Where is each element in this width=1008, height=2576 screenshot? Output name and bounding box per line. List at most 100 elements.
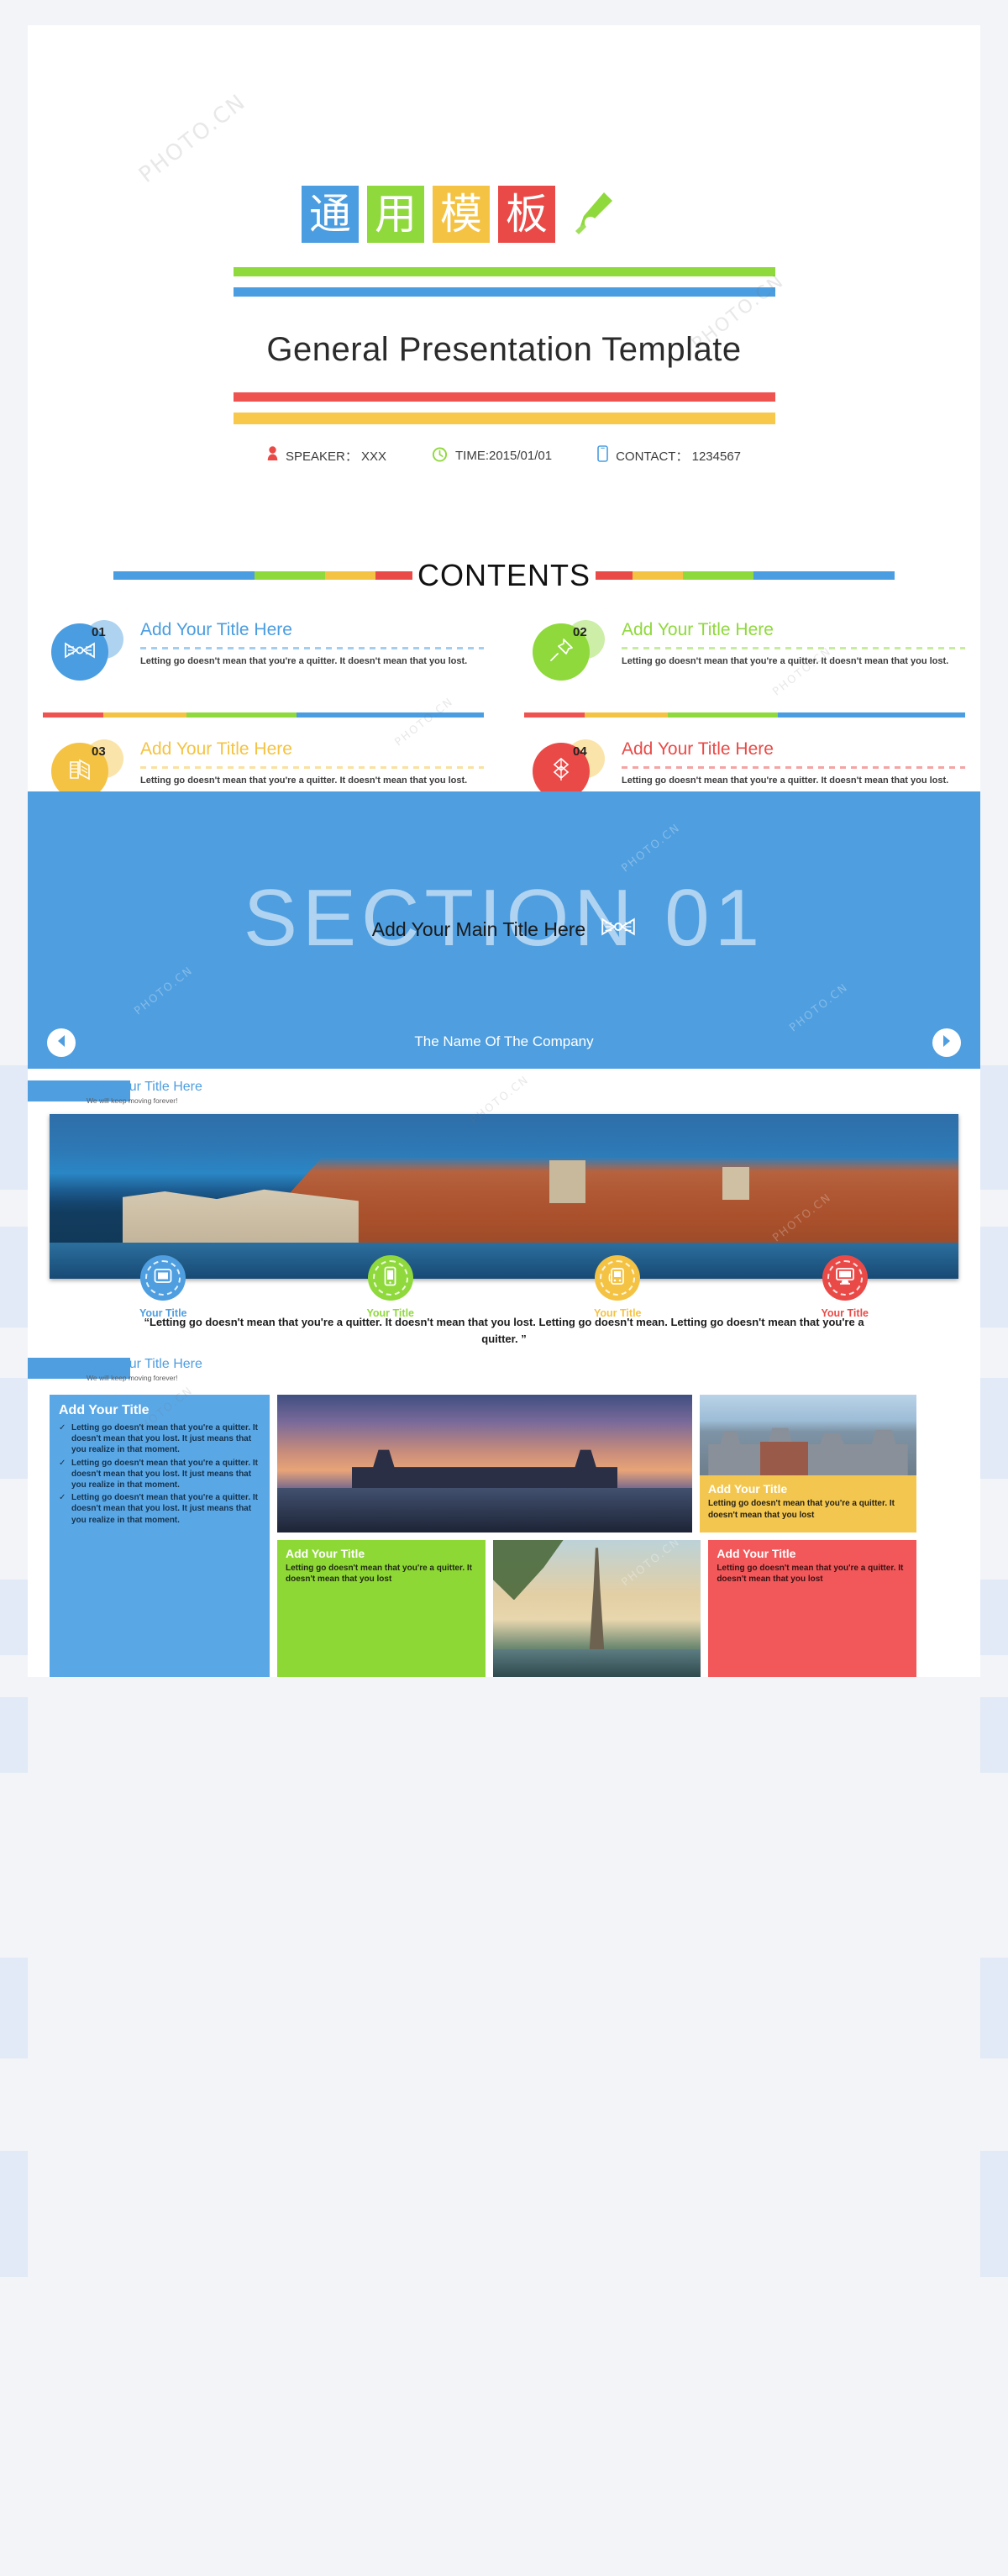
photo-tower: [549, 1159, 586, 1203]
section-header-text: Add Your Title Here We will keep moving …: [87, 1080, 202, 1105]
card-bottom-row: Add Your Title Letting go doesn't mean t…: [277, 1539, 916, 1677]
bg-band-left-6: [0, 1958, 28, 2058]
feature-icon-row: Your Title Your Title Your Title Your Ti…: [50, 1255, 958, 1319]
content-item-03[interactable]: 03 Add Your Title Here Letting go doesn'…: [43, 738, 484, 791]
rule-green: [234, 267, 775, 276]
meta-contact-label: CONTACT： 1234567: [616, 449, 742, 464]
content-item-02[interactable]: 02 Add Your Title Here Letting go doesn'…: [524, 618, 965, 718]
card-city[interactable]: Add Your Title Letting go doesn't mean t…: [700, 1395, 916, 1532]
header-seg-yellow-right: [633, 571, 683, 580]
dubrovnik-harbour-photo: [50, 1114, 958, 1279]
list-item: Letting go doesn't mean that you're a qu…: [59, 1492, 260, 1526]
content-item-02-number: 02: [573, 625, 587, 639]
presentation-preview: 通 用 模 板 General Presentation Template SP…: [28, 25, 980, 1677]
content-item-03-number: 03: [92, 744, 106, 759]
content-item-01-title: Add Your Title Here: [140, 620, 292, 639]
content-item-03-title: Add Your Title Here: [140, 739, 292, 759]
card-green-title: Add Your Title: [286, 1546, 365, 1560]
handheld-console-icon: [608, 1267, 627, 1290]
bg-band-left-7: [0, 2151, 28, 2277]
icon-bubble: [595, 1255, 641, 1301]
bg-band-right-3: [980, 1378, 1008, 1479]
content-item-04-badge: 04: [533, 739, 613, 791]
person-icon: [267, 445, 278, 465]
smartphone-icon: [384, 1266, 396, 1291]
section-main-title: Add Your Main Title Here: [371, 917, 586, 940]
content-item-02-badge: 02: [533, 620, 613, 682]
watermark: PHOTO.CN: [619, 821, 684, 875]
content-item-04-body: Add Your Title Here Letting go doesn't m…: [622, 738, 965, 788]
card-red[interactable]: Add Your Title Letting go doesn't mean t…: [708, 1539, 916, 1677]
section-header-title-2: Add Your Title Here: [87, 1357, 202, 1371]
phone-icon: [597, 445, 608, 465]
rule-blue: [234, 287, 775, 297]
content-item-02-title: Add Your Title Here: [622, 620, 774, 639]
cjk-title-blocks: 通 用 模 板: [302, 186, 616, 243]
contents-heading: CONTENTS: [417, 558, 591, 592]
card-city-title: Add Your Title: [708, 1482, 788, 1496]
cjk-block-4: 板: [498, 186, 555, 243]
feature-icon-3[interactable]: Your Title: [504, 1255, 732, 1319]
header-seg-green-left: [255, 571, 325, 580]
bg-band-right-6: [980, 1958, 1008, 2058]
company-name: The Name Of The Company: [414, 1033, 594, 1049]
bowtie-icon: [64, 641, 96, 664]
bg-band-right-4: [980, 1580, 1008, 1655]
watermark: PHOTO.CN: [132, 964, 197, 1018]
bg-band-left-4: [0, 1580, 28, 1655]
section-header-subtitle: We will keep moving forever!: [87, 1096, 178, 1105]
feature-icon-1[interactable]: Your Title: [50, 1255, 277, 1319]
content-item-02-divider: [622, 647, 965, 650]
cjk-block-3: 模: [433, 186, 490, 243]
cjk-char-3: 模: [440, 190, 482, 239]
icon-bubble: [367, 1255, 413, 1301]
list-item: Letting go doesn't mean that you're a qu…: [59, 1458, 260, 1491]
section-header-text: Add Your Title Here We will keep moving …: [87, 1357, 202, 1382]
contents-grid: 01 Add Your Title Here Letting go doesn'…: [43, 618, 965, 791]
watermark: PHOTO.CN: [787, 980, 852, 1035]
meta-speaker: SPEAKER： XXX: [267, 445, 386, 465]
content-item-02-body: Add Your Title Here Letting go doesn't m…: [622, 618, 965, 669]
wheat-icon: [549, 756, 574, 787]
meta-time: TIME:2015/01/01: [432, 446, 552, 465]
bg-band-left-2: [0, 1227, 28, 1327]
bg-band-right-5: [980, 1697, 1008, 1773]
card-city-desc: Letting go doesn't mean that you're a qu…: [708, 1499, 895, 1520]
card-red-desc: Letting go doesn't mean that you're a qu…: [717, 1563, 904, 1585]
slide-card-grid: Add Your Title Here We will keep moving …: [28, 1346, 980, 1677]
content-item-01-rule: [43, 712, 484, 718]
content-item-01-number: 01: [92, 625, 106, 639]
content-item-04-divider: [622, 766, 965, 770]
card-grid: Add Your Title Letting go doesn't mean t…: [50, 1395, 958, 1677]
section-header-subtitle-2: We will keep moving forever!: [87, 1373, 178, 1382]
eiffel-tower-photo: [492, 1539, 701, 1677]
content-item-01[interactable]: 01 Add Your Title Here Letting go doesn'…: [43, 618, 484, 718]
header-seg-green-right: [683, 571, 753, 580]
card-bullets-title: Add Your Title: [59, 1403, 150, 1417]
oberbaum-bridge-sunset-photo: [277, 1395, 692, 1532]
content-item-03-body: Add Your Title Here Letting go doesn't m…: [140, 738, 484, 788]
section-main-row: Add Your Main Title Here: [28, 916, 980, 943]
slide-contents: CONTENTS 01 Add Your Title Here Letting …: [28, 539, 980, 791]
pencil-icon: [570, 189, 616, 239]
meta-contact: CONTACT： 1234567: [597, 445, 741, 465]
slide-section-divider: SECTION 01 Add Your Main Title Here The …: [28, 791, 980, 1069]
quote-text: “Letting go doesn't mean that you're a q…: [144, 1316, 864, 1345]
content-item-04-number: 04: [573, 744, 587, 759]
rule-red: [234, 392, 775, 402]
card-green[interactable]: Add Your Title Letting go doesn't mean t…: [277, 1539, 486, 1677]
header-seg-yellow-left: [325, 571, 375, 580]
bowtie-icon: [601, 916, 636, 943]
list-item: Letting go doesn't mean that you're a qu…: [59, 1422, 260, 1456]
clock-icon: [432, 446, 448, 465]
meta-time-label: TIME:2015/01/01: [455, 448, 553, 463]
content-item-04[interactable]: 04 Add Your Title Here Letting go doesn'…: [524, 738, 965, 791]
content-item-01-divider: [140, 647, 484, 650]
feature-icon-2[interactable]: Your Title: [277, 1255, 505, 1319]
bg-band-left-1: [0, 1065, 28, 1190]
feature-icon-4[interactable]: Your Title: [732, 1255, 959, 1319]
cjk-char-1: 通: [309, 190, 351, 239]
card-bullets[interactable]: Add Your Title Letting go doesn't mean t…: [50, 1395, 270, 1677]
slide-photo-icons: Add Your Title Here We will keep moving …: [28, 1069, 980, 1346]
card-green-desc: Letting go doesn't mean that you're a qu…: [286, 1563, 472, 1585]
